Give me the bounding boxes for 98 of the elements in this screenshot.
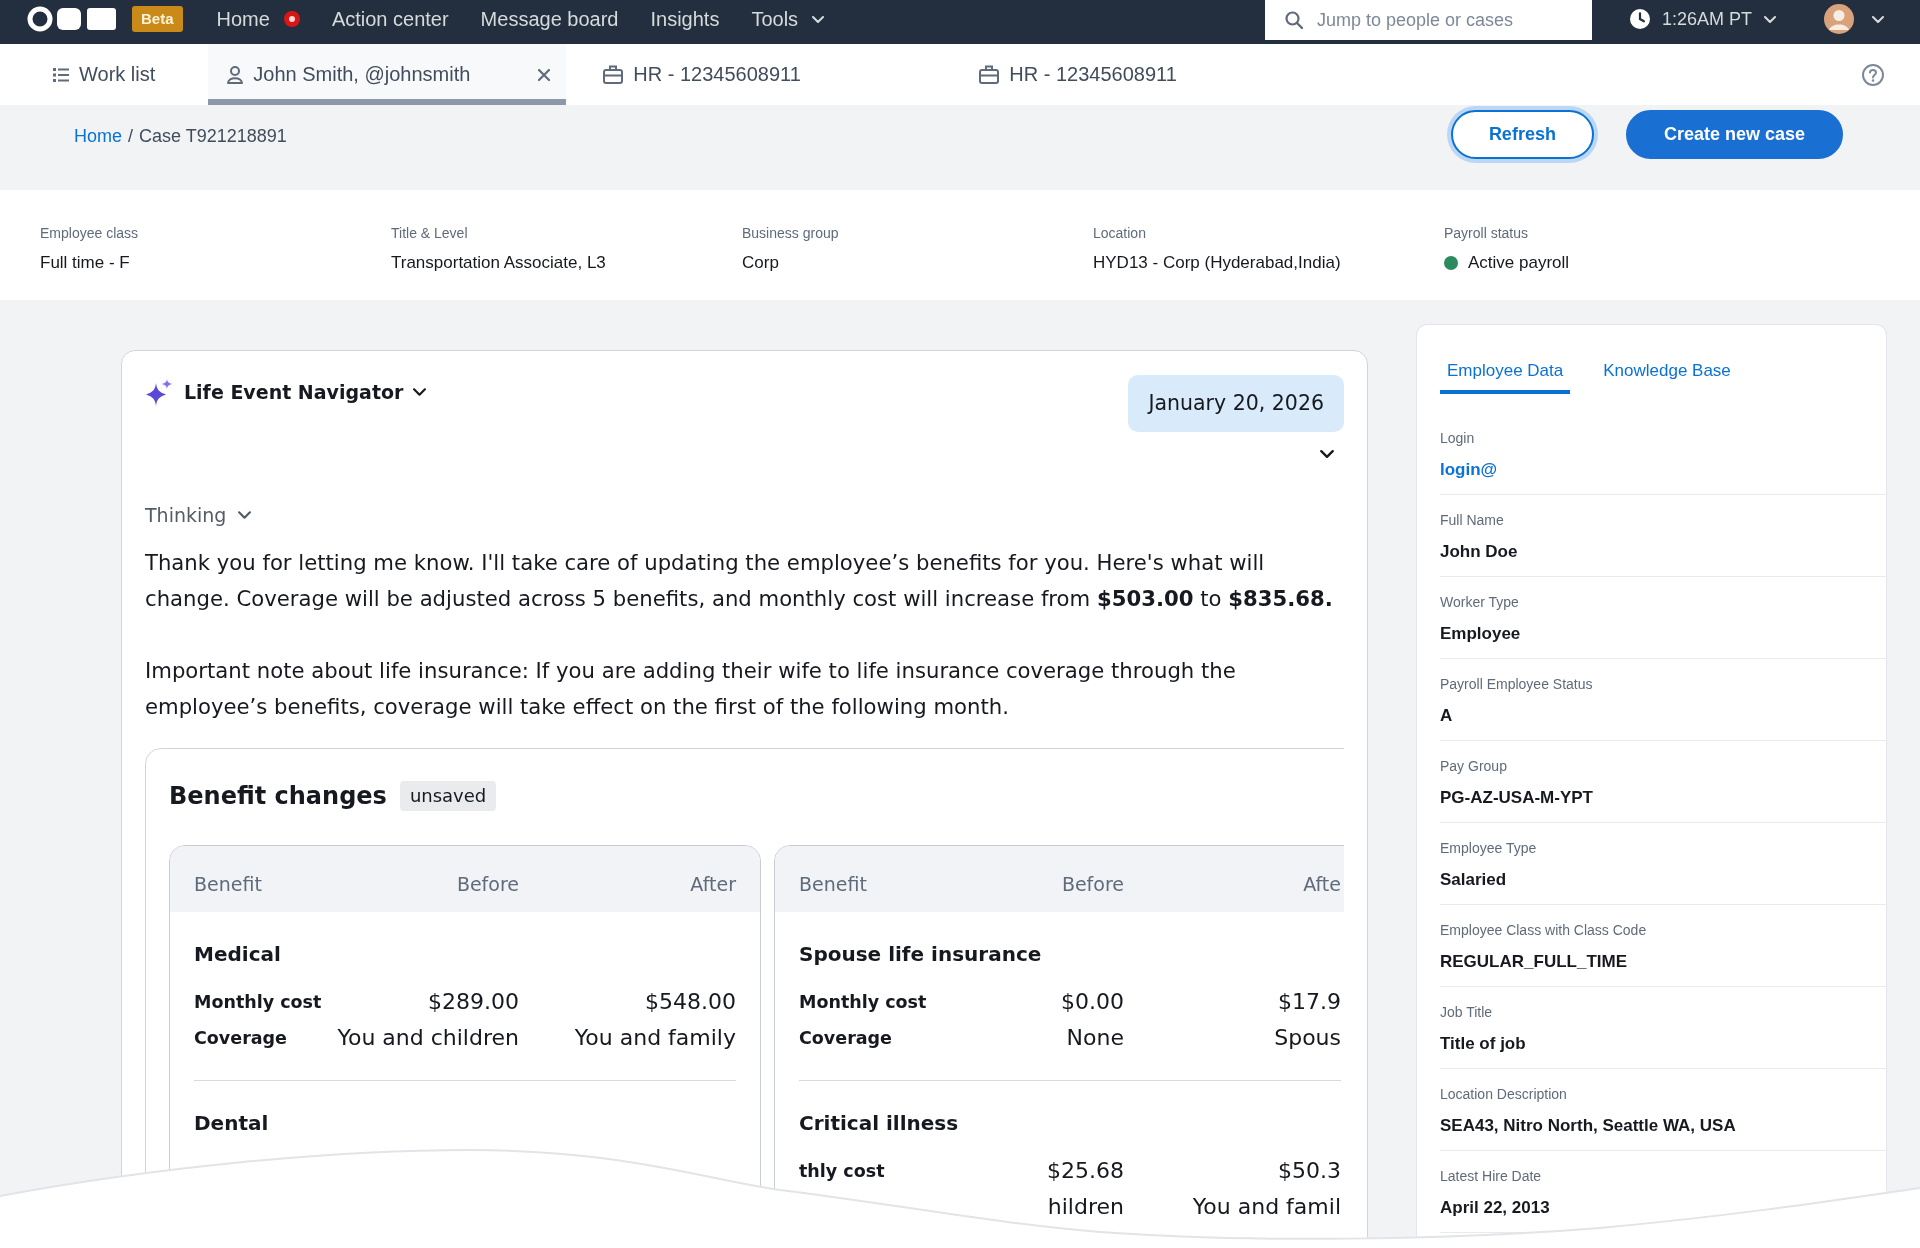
logo-icon	[27, 4, 116, 34]
field-label: Login	[1440, 429, 1475, 447]
after-value: $17.9	[1278, 988, 1341, 1016]
field-value: Full time - F	[40, 252, 130, 274]
list-icon	[53, 67, 69, 82]
row-label: thly cost	[799, 1160, 886, 1183]
status-badge: unsaved	[399, 781, 497, 811]
column-header: Afte	[1303, 873, 1341, 895]
account-menu-button[interactable]	[1824, 4, 1884, 34]
primary-button[interactable]: Create new case	[1625, 110, 1843, 159]
before-value: $0.00	[1061, 988, 1124, 1016]
field-label: Business group	[742, 224, 839, 242]
chevron-down-icon	[413, 388, 427, 396]
field-value: PG-AZ-USA-M-YPT	[1440, 787, 1593, 809]
column-header: Benefit	[799, 873, 868, 895]
before-value: None	[1066, 1024, 1124, 1052]
avatar-icon	[1824, 4, 1854, 34]
field-value: REGULAR_FULL_TIME	[1440, 951, 1627, 973]
breadcrumb-separator: /	[128, 125, 134, 148]
sparkle-icon	[145, 378, 172, 406]
chevron-down-icon[interactable]	[1320, 450, 1334, 458]
work-tab[interactable]: Work list	[40, 44, 169, 105]
field-label: Payroll status	[1444, 224, 1529, 242]
field-label: Pay Group	[1440, 757, 1507, 775]
after-value: $548.00	[645, 988, 736, 1016]
nav-link[interactable]: Insights	[650, 7, 720, 31]
field-value: Salaried	[1440, 869, 1507, 891]
field-value: SEA43, Nitro North, Seattle WA, USA	[1440, 1115, 1736, 1137]
after-value: $50.3	[1278, 1157, 1341, 1185]
title-dropdown-button[interactable]: Life Event Navigator	[184, 377, 427, 407]
section-heading: Benefit changes	[169, 782, 387, 810]
after-value: You and famil	[1192, 1193, 1341, 1221]
row-label: Monthly cost	[799, 991, 928, 1014]
row-label: Monthly cost	[194, 991, 323, 1014]
user-message-bubble: January 20, 2026	[1128, 375, 1344, 432]
row-label: Coverage	[799, 1027, 893, 1050]
beta-badge: Beta	[132, 6, 183, 32]
nav-link[interactable]: Message board	[480, 7, 619, 31]
benefit-name: Spouse life insurance	[799, 941, 1043, 968]
row-label: Coverage	[194, 1027, 288, 1050]
field-value: Active payroll	[1468, 252, 1570, 274]
field-value: Corp	[742, 252, 779, 274]
benefit-name: Medical	[194, 941, 282, 968]
nav-link[interactable]: Action center	[331, 7, 449, 31]
after-value: You and family	[574, 1024, 736, 1052]
field-value: Transportation Associate, L3	[391, 252, 606, 274]
breadcrumb-current: Case T921218891	[139, 125, 287, 148]
nav-link[interactable]: Tools	[751, 7, 825, 31]
work-tab[interactable]: HR - 12345608911	[584, 44, 943, 105]
before-value: $289.00	[428, 988, 519, 1016]
after-value: Spous	[1274, 1024, 1341, 1052]
before-value: You and children	[337, 1024, 519, 1052]
column-header: After	[690, 873, 736, 895]
work-tab[interactable]: John Smith, @johnsmith	[208, 44, 567, 105]
chevron-down-icon	[1764, 15, 1776, 23]
help-icon[interactable]	[1862, 63, 1884, 86]
close-icon[interactable]	[538, 68, 551, 81]
field-label: Worker Type	[1440, 593, 1519, 611]
before-value: $25.68	[1047, 1157, 1124, 1185]
panel-tab[interactable]: Employee Data	[1440, 360, 1571, 394]
field-label: Employee class	[40, 224, 139, 242]
field-label: Location	[1093, 224, 1146, 242]
response-paragraph: Thank you for letting me know. I'll take care of updating the employee’s benefits for you. Here's what will change. Coverage will be adjusted across 5 benefits, and monthly cost will increase from $503.00 to $835.68.	[145, 549, 1334, 613]
field-label: Employee Type	[1440, 839, 1537, 857]
field-label: Title & Level	[391, 224, 468, 242]
field-label: Latest Hire Date	[1440, 1167, 1542, 1185]
briefcase-icon	[603, 65, 624, 84]
chevron-down-icon	[1872, 15, 1884, 23]
work-tab[interactable]: HR - 12345608911	[960, 44, 1319, 105]
field-value: HYD13 - Corp (Hyderabad,India)	[1093, 252, 1341, 274]
search-icon	[1284, 11, 1303, 29]
time-menu-button[interactable]: 1:26AM PT	[1629, 8, 1776, 30]
breadcrumb-link[interactable]: Home	[74, 124, 122, 148]
benefit-name: Critical illness	[799, 1110, 960, 1137]
column-header: Benefit	[194, 873, 263, 895]
field-value: Title of job	[1440, 1033, 1526, 1055]
field-value: A	[1440, 705, 1453, 727]
field-value: Employee	[1440, 623, 1521, 645]
field-link[interactable]: login@	[1440, 458, 1498, 482]
column-header: Before	[456, 873, 519, 895]
search-field[interactable]: Jump to people or cases	[1264, 0, 1592, 40]
field-label: Job Title	[1440, 1003, 1493, 1021]
clock-icon	[1629, 9, 1650, 29]
field-label: Full Name	[1440, 511, 1504, 529]
briefcase-icon	[979, 65, 1000, 84]
field-value: John Doe	[1440, 541, 1518, 563]
benefit-name: Dental	[194, 1110, 270, 1137]
thinking-toggle[interactable]: Thinking	[145, 502, 252, 528]
field-label: Employee Class with Class Code	[1440, 921, 1647, 939]
field-label: Location Description	[1440, 1085, 1567, 1103]
panel-tab[interactable]: Knowledge Base	[1596, 360, 1738, 394]
person-icon	[227, 65, 244, 84]
field-value: April 22, 2013	[1440, 1197, 1550, 1219]
nav-link[interactable]: Home	[216, 7, 300, 31]
column-header: Before	[1061, 873, 1124, 895]
field-label: Payroll Employee Status	[1440, 675, 1593, 693]
before-value: hildren	[1047, 1193, 1124, 1221]
response-paragraph: Important note about life insurance: If you are adding their wife to life insurance coverage through the employee’s benefits, coverage will take effect on the first of the following month.	[145, 657, 1237, 721]
